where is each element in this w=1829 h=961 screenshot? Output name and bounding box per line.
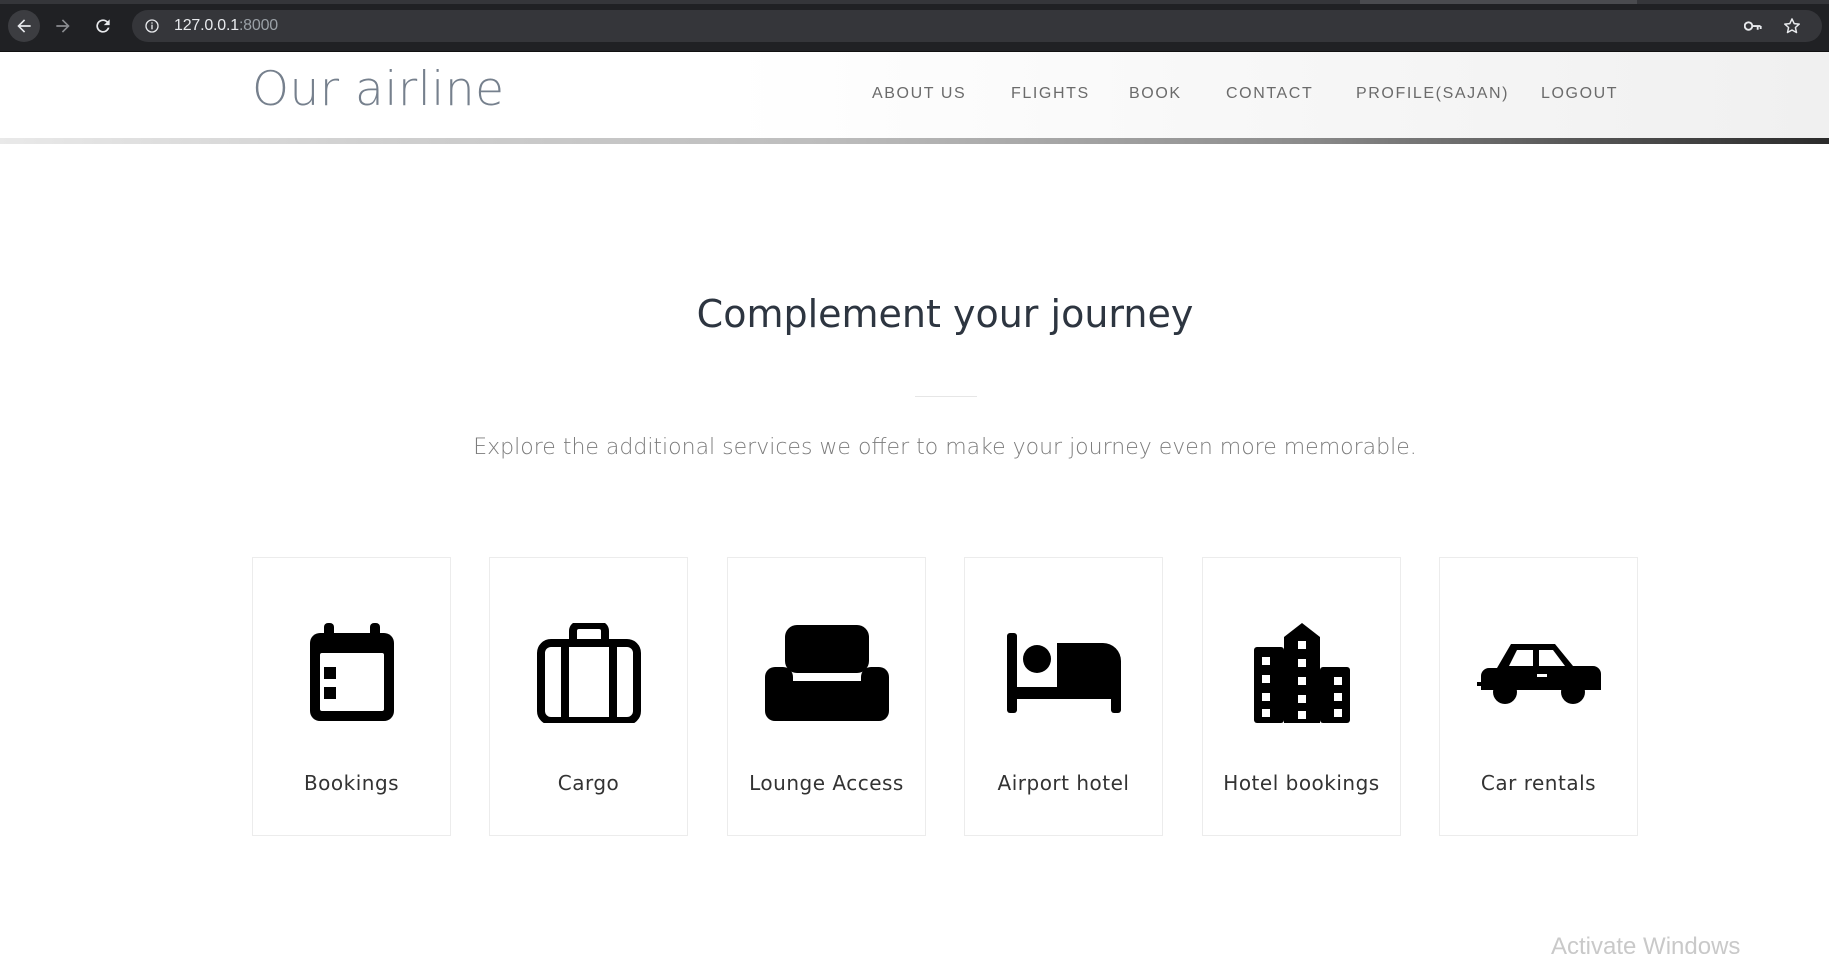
arrow-right-icon [56,19,70,33]
section-subtitle: Explore the additional services we offer… [473,435,1417,460]
nav-profile[interactable]: PROFILE(SAJAN) [1356,85,1509,103]
url-host: 127.0.0.1 [174,17,239,34]
star-icon[interactable] [1782,16,1802,36]
service-label: Bookings [303,771,400,795]
car-icon [1475,618,1603,728]
service-card-lounge-access[interactable]: Lounge Access [727,557,926,836]
key-icon[interactable] [1744,18,1762,34]
service-label: Car rentals [1480,771,1597,795]
browser-toolbar: 127.0.0.1:8000 [0,0,1829,52]
service-label: Airport hotel [997,771,1130,795]
suitcase-icon [525,618,653,728]
service-card-car-rentals[interactable]: Car rentals [1439,557,1638,836]
address-bar[interactable]: 127.0.0.1:8000 [132,10,1822,42]
couch-icon [763,618,891,728]
arrow-left-icon [17,19,31,33]
calendar-icon [288,618,416,728]
service-label: Cargo [557,771,620,795]
nav-logout[interactable]: LOGOUT [1541,85,1618,103]
section-title: Complement your journey [696,292,1194,336]
info-icon[interactable] [144,18,160,34]
windows-activation-watermark: Activate Windows [1551,933,1741,960]
nav-flights[interactable]: FLIGHTS [1011,85,1090,103]
nav-book[interactable]: BOOK [1129,85,1182,103]
service-card-bookings[interactable]: Bookings [252,557,451,836]
nav-about-us[interactable]: ABOUT US [872,85,966,103]
back-button[interactable] [8,10,40,42]
reload-icon [96,19,110,33]
service-label: Lounge Access [749,771,904,795]
service-label: Hotel bookings [1223,771,1380,795]
building-icon [1238,618,1366,728]
nav-contact[interactable]: CONTACT [1226,85,1313,103]
header-stripe [0,138,1829,144]
service-card-cargo[interactable]: Cargo [489,557,688,836]
forward-button[interactable] [47,10,79,42]
service-card-airport-hotel[interactable]: Airport hotel [964,557,1163,836]
bed-icon [1000,618,1128,728]
title-divider [915,396,977,397]
url-text: 127.0.0.1:8000 [174,17,278,35]
top-nav: ABOUT US FLIGHTS BOOK CONTACT PROFILE(SA… [0,85,1829,105]
reload-button[interactable] [87,10,119,42]
url-port: :8000 [238,17,278,34]
service-card-hotel-bookings[interactable]: Hotel bookings [1202,557,1401,836]
tab-strip [0,0,1829,4]
tab-segment[interactable] [1360,0,1637,4]
